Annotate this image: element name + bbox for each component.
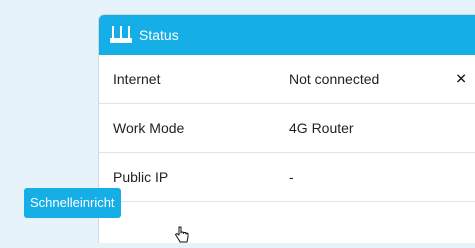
router-icon	[109, 25, 133, 45]
row-public-ip: Public IP -	[99, 153, 475, 202]
row-label: Work Mode	[113, 120, 185, 136]
row-value: Not connected	[289, 71, 380, 87]
row-internet: Internet Not connected ✕	[99, 55, 475, 104]
quick-setup-button[interactable]: Schnelleinricht	[24, 188, 121, 218]
row-value: -	[289, 169, 294, 185]
status-panel: Status Internet Not connected ✕ Work Mod…	[98, 14, 475, 243]
row-label: Internet	[113, 71, 161, 87]
row-work-mode: Work Mode 4G Router	[99, 104, 475, 153]
status-title: Status	[139, 27, 179, 43]
status-header: Status	[99, 15, 475, 55]
close-icon[interactable]: ✕	[455, 71, 467, 88]
row-label: Public IP	[113, 169, 169, 185]
row-value: 4G Router	[289, 120, 354, 136]
hand-cursor-icon	[173, 226, 191, 243]
